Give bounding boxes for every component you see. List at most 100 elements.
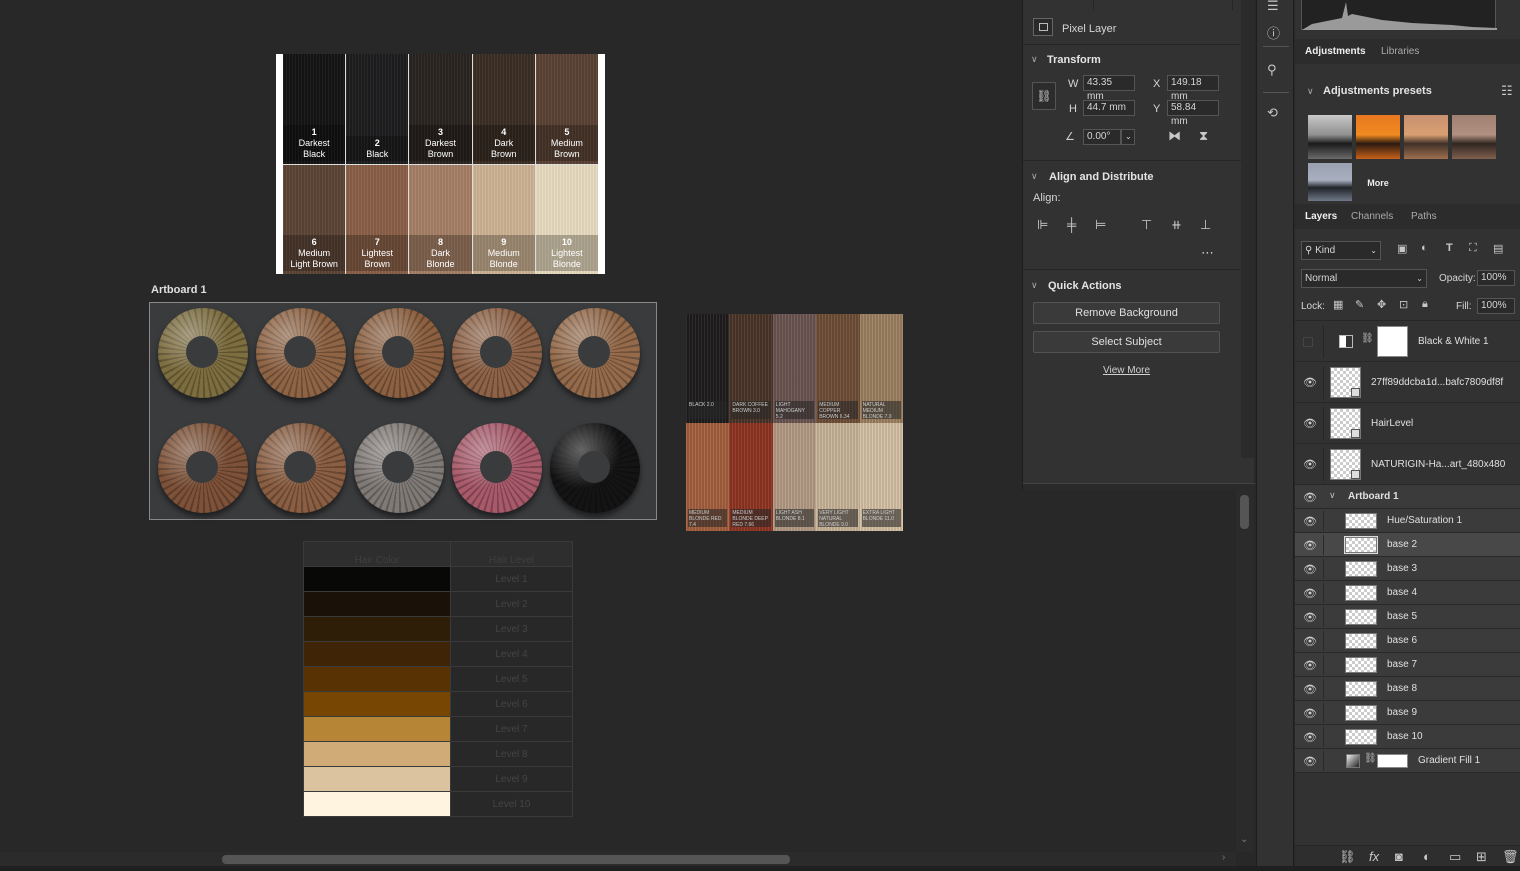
tab-channels[interactable]: Channels [1351,211,1393,222]
layer-name[interactable]: Black & White 1 [1418,336,1489,347]
properties-scrollbar[interactable] [1241,0,1255,458]
layer-row[interactable]: 👁︎ NATURIGIN-Ha...art_480x480 [1295,444,1520,485]
align-horizontal-center-icon[interactable]: ╪ [1067,217,1076,232]
tab-paths[interactable]: Paths [1411,211,1437,222]
hair-level-table[interactable]: Hair Color Hair Level Level 1 Level 2 Leve… [303,541,573,817]
preset-thumbnail[interactable] [1308,163,1352,201]
fx-icon[interactable]: fx [1369,849,1379,864]
align-right-icon[interactable]: ⊨ [1095,217,1106,233]
select-subject-button[interactable]: Select Subject [1033,331,1220,353]
hair-curl-swatch[interactable] [158,308,248,398]
horizontal-scrollbar[interactable]: › [0,852,1236,866]
quick-actions-heading[interactable]: Quick Actions [1048,280,1122,292]
align-top-icon[interactable]: ⊤ [1141,217,1152,233]
opacity-field[interactable]: 100% [1477,270,1515,286]
list-view-icon[interactable]: ☷ [1501,83,1513,99]
layer-row[interactable]: 👁︎ Hue/Saturation 1 [1295,509,1520,533]
transform-heading[interactable]: Transform [1047,54,1101,66]
layer-row[interactable]: 👁︎ base 5 [1295,605,1520,629]
preset-thumbnail[interactable] [1308,115,1352,159]
layer-row[interactable]: 👁︎ base 7 [1295,653,1520,677]
y-field[interactable]: 58.84 mm [1167,100,1219,127]
add-mask-icon[interactable]: ◙ [1395,849,1403,864]
history-icon[interactable]: ⟲ [1267,105,1278,121]
hair-curl-swatch[interactable] [354,423,444,513]
new-group-icon[interactable]: ▭ [1449,849,1461,865]
layer-name[interactable]: NATURIGIN-Ha...art_480x480 [1371,459,1505,470]
visibility-eye-icon[interactable]: 👁︎ [1303,563,1317,576]
layer-name[interactable]: Hue/Saturation 1 [1387,515,1462,526]
tab-libraries[interactable]: Libraries [1381,46,1419,57]
layer-row[interactable]: 👁︎ HairLevel [1295,403,1520,444]
angle-dropdown-icon[interactable]: ⌄ [1121,129,1135,145]
visibility-eye-icon[interactable]: 👁︎ [1303,635,1317,648]
hair-curl-swatch[interactable] [550,308,640,398]
layer-row[interactable]: 👁︎ base 6 [1295,629,1520,653]
blend-mode-select[interactable]: Normal ⌄ [1301,269,1427,288]
hair-strand-photo[interactable]: BLACK 2.0 DARK COFFEE BROWN 3.0 LIGHT MAHO… [686,314,903,531]
layer-name[interactable]: base 4 [1387,587,1417,598]
filter-adjustment-icon[interactable]: ◐ [1421,242,1428,254]
lock-brush-icon[interactable]: ✎ [1355,298,1364,311]
lock-artboard-icon[interactable]: ⊡ [1399,298,1408,311]
visibility-eye-icon[interactable]: 👁︎ [1303,707,1317,720]
fill-field[interactable]: 100% [1477,298,1515,314]
preset-thumbnail[interactable] [1356,115,1400,159]
artboard-title[interactable]: Artboard 1 [151,284,207,296]
scroll-down-icon[interactable]: ⌄ [1240,834,1248,845]
layer-mask-thumbnail[interactable] [1377,754,1408,768]
angle-field[interactable]: 0.00° [1083,129,1121,145]
visibility-eye-icon[interactable]: 👁︎ [1303,755,1317,768]
hair-color-reference-image[interactable]: 1 Darkest Black 2 Black 3 Darkest Brown 4 Dark Bro… [276,54,605,274]
hair-curl-swatch[interactable] [550,423,640,513]
layer-row[interactable]: 👁︎ base 9 [1295,701,1520,725]
artboard[interactable] [149,302,657,520]
tab-layers[interactable]: Layers [1305,211,1337,222]
layer-name[interactable]: 27ff89ddcba1d...bafc7809df8f [1371,377,1503,388]
layer-row[interactable]: ⛓ Black & White 1 [1295,321,1520,362]
hair-curl-swatch[interactable] [256,423,346,513]
layer-row[interactable]: 👁︎ ⛓ Gradient Fill 1 [1295,749,1520,773]
chevron-down-icon[interactable]: ∨ [1329,490,1336,501]
layer-name[interactable]: base 10 [1387,731,1423,742]
visibility-eye-icon[interactable]: 👁︎ [1303,491,1317,504]
chevron-down-icon[interactable]: ∨ [1307,86,1314,97]
lock-all-icon[interactable]: 🔒︎ [1422,298,1428,311]
hair-curl-swatch[interactable] [452,308,542,398]
layer-name[interactable]: base 6 [1387,635,1417,646]
visibility-eye-icon[interactable]: 👁︎ [1303,683,1317,696]
properties-icon[interactable]: ⚲ [1267,62,1277,78]
trash-icon[interactable]: 🗑︎ [1502,849,1519,865]
new-layer-icon[interactable]: ⊞ [1476,849,1487,865]
chevron-down-icon[interactable]: ∨ [1031,280,1038,291]
hair-curl-swatch[interactable] [354,308,444,398]
layer-name[interactable]: base 7 [1387,659,1417,670]
layer-name[interactable]: Gradient Fill 1 [1418,755,1480,766]
flip-horizontal-icon[interactable]: ⧓ [1168,128,1181,144]
new-adjustment-icon[interactable]: ◐ [1423,849,1431,864]
layer-row[interactable]: 👁︎ base 10 [1295,725,1520,749]
layer-name[interactable]: base 2 [1387,539,1417,550]
visibility-eye-icon[interactable]: 👁︎ [1303,659,1317,672]
layer-row[interactable]: 👁︎ base 4 [1295,581,1520,605]
more-options-icon[interactable]: ⋯ [1201,245,1214,261]
preset-thumbnail[interactable] [1404,115,1448,159]
filter-pixel-icon[interactable]: ▣ [1397,242,1407,255]
hair-curl-swatch[interactable] [158,423,248,513]
visibility-eye-icon[interactable]: 👁︎ [1303,731,1317,744]
visibility-eye-icon[interactable]: 👁︎ [1303,539,1317,552]
filter-shape-icon[interactable]: ⛶ [1469,242,1477,255]
tab-adjustments[interactable]: Adjustments [1305,46,1366,57]
layer-filter-kind[interactable]: ⚲ Kind ⌄ [1301,241,1381,260]
layer-name[interactable]: base 3 [1387,563,1417,574]
remove-background-button[interactable]: Remove Background [1033,302,1220,324]
adjustments-presets-heading[interactable]: Adjustments presets [1323,85,1432,97]
lock-position-icon[interactable]: ✥ [1377,298,1386,311]
align-left-icon[interactable]: ⊫ [1037,217,1048,233]
height-field[interactable]: 44.7 mm [1083,100,1135,116]
flip-vertical-icon[interactable]: ⧗ [1199,128,1208,144]
layer-group-row[interactable]: 👁︎ ∨ Artboard 1 [1295,485,1520,509]
layer-name[interactable]: base 5 [1387,611,1417,622]
view-more-link[interactable]: View More [1103,365,1150,376]
scroll-right-icon[interactable]: › [1222,852,1225,863]
